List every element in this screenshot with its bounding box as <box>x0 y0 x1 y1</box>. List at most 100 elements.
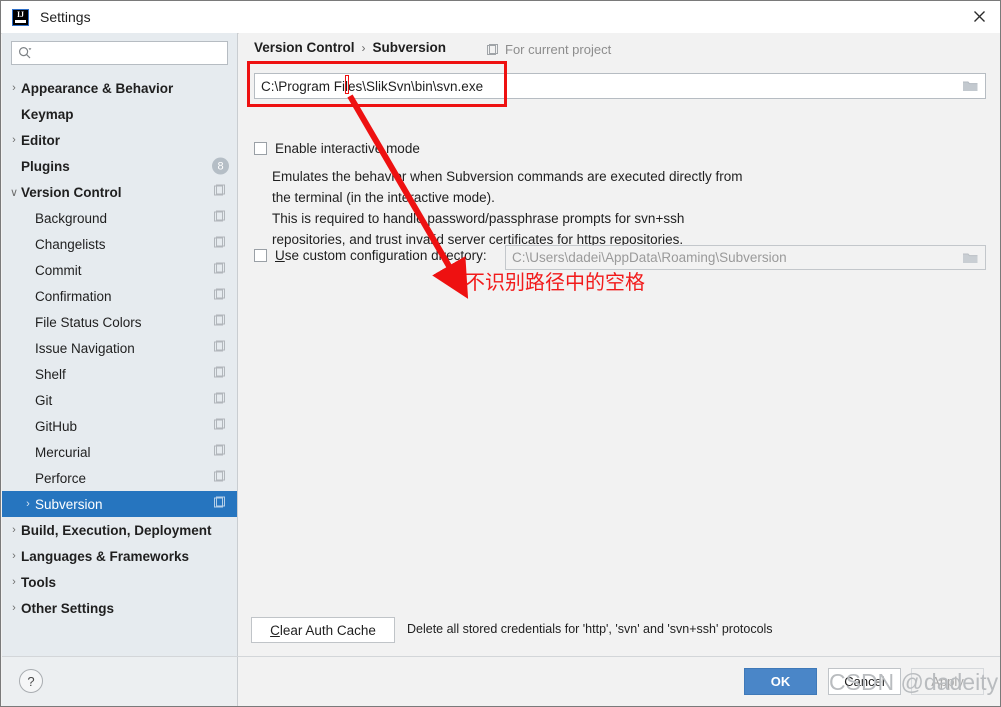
apply-button[interactable]: Apply <box>911 668 984 695</box>
chevron-right-icon[interactable]: › <box>7 134 21 146</box>
sidebar-item-label: Appearance & Behavior <box>21 80 174 96</box>
description-line: This is required to handle password/pass… <box>272 211 685 226</box>
sidebar-item-plugins[interactable]: Plugins 8 <box>2 153 237 179</box>
sidebar-item-shelf[interactable]: Shelf <box>2 361 237 387</box>
enable-interactive-mode-row[interactable]: Enable interactive mode <box>254 141 420 156</box>
breadcrumb: Version Control › Subversion <box>254 40 446 55</box>
custom-config-input[interactable]: C:\Users\dadei\AppData\Roaming\Subversio… <box>505 245 986 270</box>
sidebar-item-appearance-behavior[interactable]: › Appearance & Behavior <box>2 75 237 101</box>
sidebar-item-label: Keymap <box>21 106 74 122</box>
search-field[interactable] <box>32 44 216 62</box>
sidebar-item-label: Confirmation <box>35 288 112 304</box>
custom-config-value: C:\Users\dadei\AppData\Roaming\Subversio… <box>512 250 787 265</box>
sidebar-item-mercurial[interactable]: Mercurial <box>2 439 237 465</box>
project-scope-icon <box>214 236 226 252</box>
enable-interactive-mode-checkbox[interactable] <box>254 142 267 155</box>
sidebar-item-commit[interactable]: Commit <box>2 257 237 283</box>
folder-browse-icon[interactable] <box>962 79 979 93</box>
sidebar-item-label: Issue Navigation <box>35 340 135 356</box>
project-scope-icon <box>214 288 226 304</box>
title-bar: IJ Settings <box>1 1 1000 34</box>
chevron-right-icon[interactable]: › <box>7 550 21 562</box>
window-title: Settings <box>40 9 91 25</box>
folder-browse-icon[interactable] <box>962 251 979 265</box>
sidebar-item-confirmation[interactable]: Confirmation <box>2 283 237 309</box>
close-button[interactable] <box>956 1 1000 32</box>
intellij-idea-icon: IJ <box>12 8 29 26</box>
sidebar-item-perforce[interactable]: Perforce <box>2 465 237 491</box>
chevron-right-icon[interactable]: › <box>7 576 21 588</box>
sidebar-item-label: Languages & Frameworks <box>21 548 190 564</box>
sidebar-item-label: Editor <box>21 132 60 148</box>
use-custom-config-row[interactable]: Use custom configuration directory: <box>254 248 487 263</box>
chevron-down-icon[interactable]: ∨ <box>7 186 21 199</box>
search-input[interactable] <box>11 41 228 65</box>
clear-auth-cache-mnemonic: C <box>270 622 280 638</box>
sidebar-item-issue-navigation[interactable]: Issue Navigation <box>2 335 237 361</box>
content-pane: Version Control › Subversion For current… <box>239 33 1000 656</box>
sidebar-item-git[interactable]: Git <box>2 387 237 413</box>
sidebar-item-label: Changelists <box>35 236 106 252</box>
sidebar-item-label: Commit <box>35 262 82 278</box>
sidebar-item-label: Background <box>35 210 108 226</box>
sidebar-item-subversion[interactable]: › Subversion <box>2 491 237 517</box>
project-scope-icon <box>214 392 226 408</box>
settings-tree: › Appearance & Behavior Keymap › Editor Plugi… <box>2 75 237 621</box>
sidebar-item-label: Build, Execution, Deployment <box>21 522 212 538</box>
sidebar-item-label: Git <box>35 392 53 408</box>
scope-note-label: For current project <box>505 42 612 57</box>
breadcrumb-separator: › <box>361 40 366 55</box>
cancel-button[interactable]: Cancel <box>828 668 901 695</box>
sidebar-item-editor[interactable]: › Editor <box>2 127 237 153</box>
sidebar-item-languages-frameworks[interactable]: › Languages & Frameworks <box>2 543 237 569</box>
dialog-footer: ? OK Cancel Apply <box>2 656 1000 706</box>
use-custom-config-label-rest: se custom configuration directory: <box>284 248 487 263</box>
sidebar-item-github[interactable]: GitHub <box>2 413 237 439</box>
sidebar-item-version-control[interactable]: ∨ Version Control <box>2 179 237 205</box>
sidebar-item-label: Plugins <box>21 158 70 174</box>
project-scope-icon <box>214 314 226 330</box>
sidebar-item-tools[interactable]: › Tools <box>2 569 237 595</box>
clear-auth-cache-button[interactable]: Clear Auth Cache <box>251 617 395 643</box>
project-scope-icon <box>487 43 499 56</box>
project-scope-icon <box>214 444 226 460</box>
chevron-right-icon[interactable]: › <box>7 602 21 614</box>
sidebar-item-other-settings[interactable]: › Other Settings <box>2 595 237 621</box>
plugins-update-badge: 8 <box>212 157 229 175</box>
sidebar-item-label: File Status Colors <box>35 314 142 330</box>
svn-path-input[interactable]: C:\Program Files\SlikSvn\bin\svn.exe <box>254 73 986 99</box>
enable-interactive-mode-label: Enable interactive mode <box>275 141 420 156</box>
ok-button[interactable]: OK <box>744 668 817 695</box>
sidebar-item-label: Subversion <box>35 496 103 512</box>
help-button[interactable]: ? <box>19 669 43 693</box>
scope-note: For current project <box>487 42 611 57</box>
search-icon <box>18 46 32 60</box>
project-scope-icon <box>214 184 226 200</box>
sidebar-item-file-status-colors[interactable]: File Status Colors <box>2 309 237 335</box>
breadcrumb-root[interactable]: Version Control <box>254 40 355 55</box>
sidebar-item-label: GitHub <box>35 418 78 434</box>
chevron-right-icon[interactable]: › <box>7 82 21 94</box>
chevron-right-icon[interactable]: › <box>7 524 21 536</box>
project-scope-icon <box>214 418 226 434</box>
project-scope-icon <box>214 340 226 356</box>
use-custom-config-checkbox[interactable] <box>254 249 267 262</box>
sidebar-item-changelists[interactable]: Changelists <box>2 231 237 257</box>
sidebar-item-label: Mercurial <box>35 444 91 460</box>
sidebar-item-label: Tools <box>21 574 56 590</box>
sidebar-item-label: Version Control <box>21 184 122 200</box>
sidebar-item-keymap[interactable]: Keymap <box>2 101 237 127</box>
sidebar-item-build-execution-deployment[interactable]: › Build, Execution, Deployment <box>2 517 237 543</box>
interactive-mode-description: Emulates the behavior when Subversion co… <box>272 166 742 250</box>
clear-auth-cache-label: Clear Auth Cache <box>270 623 376 638</box>
sidebar: › Appearance & Behavior Keymap › Editor Plugi… <box>2 33 238 656</box>
project-scope-icon <box>214 470 226 486</box>
clear-auth-cache-note: Delete all stored credentials for 'http'… <box>407 622 773 636</box>
settings-dialog: IJ Settings › Appearance & Behavior Keymap… <box>0 0 1001 707</box>
project-scope-icon <box>214 366 226 382</box>
project-scope-icon <box>214 210 226 226</box>
chevron-right-icon[interactable]: › <box>21 498 35 510</box>
close-icon <box>973 11 985 22</box>
sidebar-item-background[interactable]: Background <box>2 205 237 231</box>
project-scope-icon <box>214 496 226 512</box>
